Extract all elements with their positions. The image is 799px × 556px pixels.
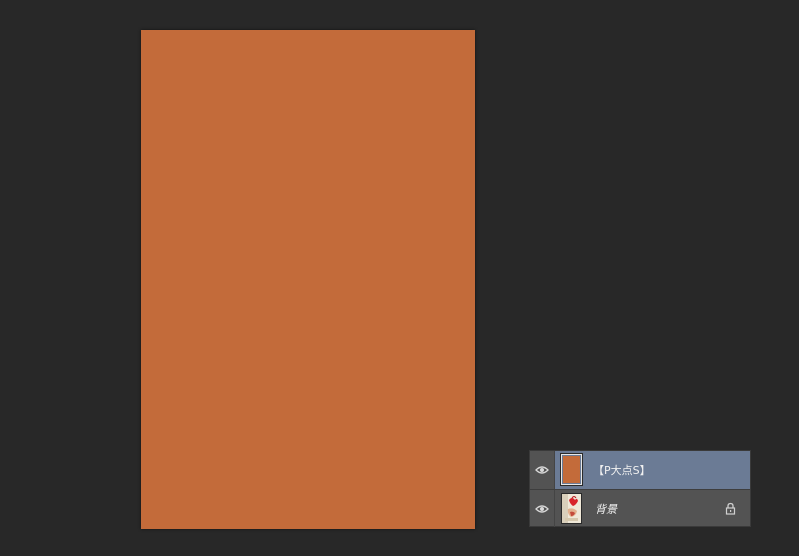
- layer-main[interactable]: 背景: [555, 490, 750, 527]
- layer-visibility-toggle[interactable]: [530, 490, 555, 527]
- layer-name[interactable]: 【P大点S】: [593, 451, 651, 489]
- layer-thumbnail: [561, 493, 582, 524]
- layers-panel: 【P大点S】 背景: [529, 450, 751, 527]
- layer-row-fill[interactable]: 【P大点S】: [530, 451, 750, 489]
- layer-main[interactable]: 【P大点S】: [555, 451, 750, 489]
- photo-thumbnail-icon: [562, 494, 581, 523]
- eye-icon: [535, 466, 549, 474]
- layer-visibility-toggle[interactable]: [530, 451, 555, 489]
- document-canvas[interactable]: [141, 30, 475, 529]
- layer-name[interactable]: 背景: [595, 490, 617, 527]
- layer-thumbnail: [560, 453, 583, 486]
- lock-icon[interactable]: [725, 502, 736, 515]
- eye-icon: [535, 504, 549, 513]
- layer-row-background[interactable]: 背景: [530, 489, 750, 527]
